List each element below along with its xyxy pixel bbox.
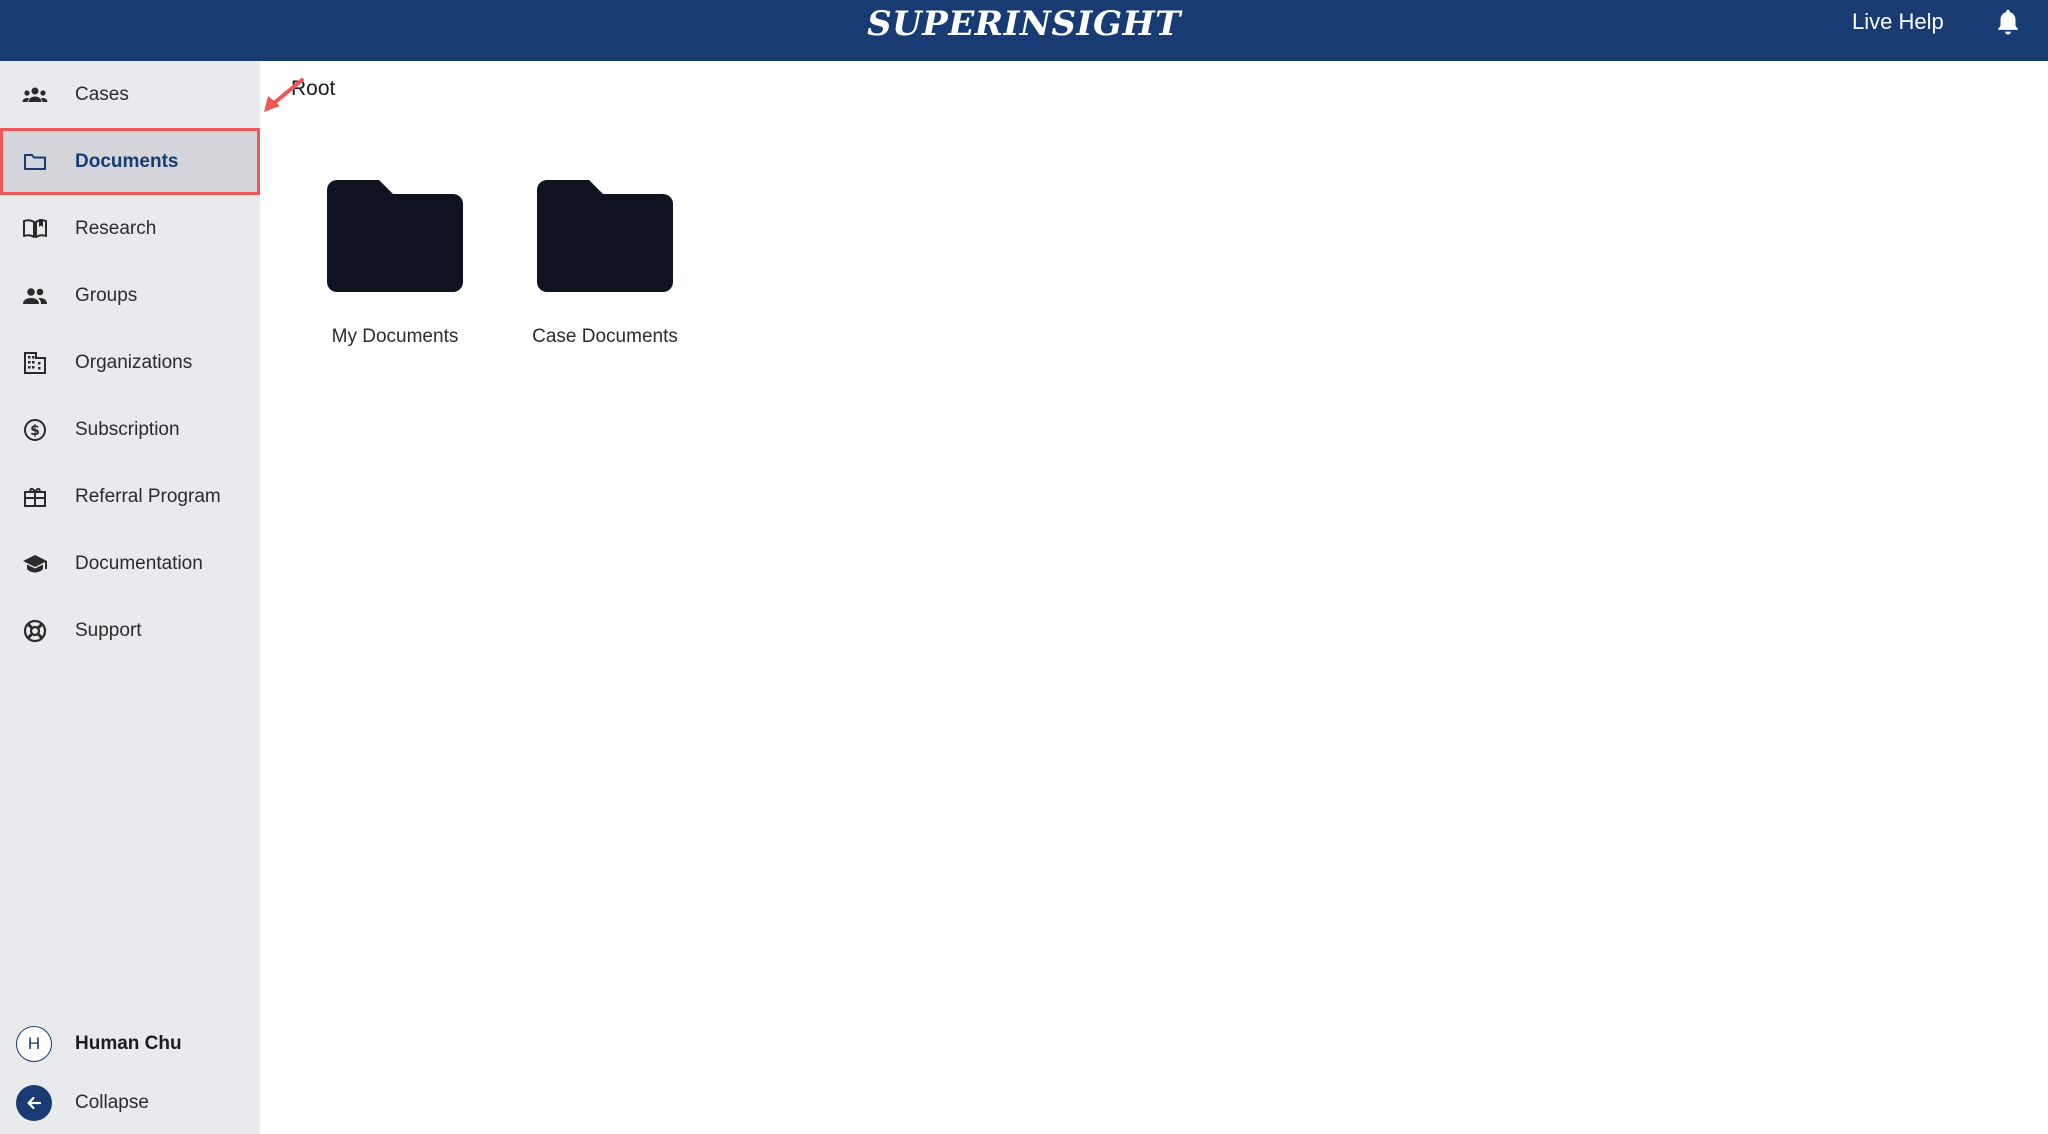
- gift-card-icon: [20, 482, 50, 512]
- sidebar-item-label: Research: [75, 217, 157, 239]
- sidebar-item-label: Groups: [75, 284, 138, 306]
- sidebar-item-groups[interactable]: Groups: [0, 262, 260, 329]
- sidebar-item-documents[interactable]: Documents: [0, 128, 260, 195]
- graduation-cap-icon: [20, 549, 50, 579]
- sidebar-item-label: Documents: [75, 150, 179, 172]
- sidebar-item-label: Documentation: [75, 552, 203, 574]
- sidebar-item-label: Subscription: [75, 418, 180, 440]
- sidebar-item-organizations[interactable]: Organizations: [0, 329, 260, 396]
- sidebar-item-support[interactable]: Support: [0, 597, 260, 664]
- folder-my-documents[interactable]: My Documents: [300, 170, 490, 355]
- sidebar-item-referral-program[interactable]: Referral Program: [0, 463, 260, 530]
- sidebar-item-label: Cases: [75, 83, 129, 105]
- sidebar-item-label: Support: [75, 619, 142, 641]
- dollar-circle-icon: $: [20, 415, 50, 445]
- folder-icon: [537, 180, 673, 292]
- brand-logo[interactable]: SUPERINSIGHT: [867, 2, 1180, 46]
- avatar: H: [16, 1026, 52, 1062]
- sidebar-item-subscription[interactable]: $ Subscription: [0, 396, 260, 463]
- sidebar-item-cases[interactable]: Cases: [0, 61, 260, 128]
- collapse-label: Collapse: [75, 1092, 149, 1113]
- annotation-arrow-icon: [264, 78, 304, 112]
- lifebuoy-icon: [20, 616, 50, 646]
- folder-label: Case Documents: [532, 326, 678, 347]
- sidebar-item-documentation[interactable]: Documentation: [0, 530, 260, 597]
- folder-label: My Documents: [331, 326, 459, 347]
- people-icon: [20, 281, 50, 311]
- collapse-button[interactable]: Collapse: [0, 1082, 260, 1124]
- folder-outline-icon: [20, 147, 50, 177]
- bell-icon[interactable]: [1994, 8, 2022, 38]
- sidebar: Cases Documents Research Groups Organiza…: [0, 61, 260, 1134]
- sidebar-item-label: Referral Program: [75, 485, 221, 507]
- people-group-icon: [20, 80, 50, 110]
- building-icon: [20, 348, 50, 378]
- sidebar-item-label: Organizations: [75, 351, 193, 373]
- top-header: SUPERINSIGHT Live Help: [0, 0, 2048, 61]
- live-help-link[interactable]: Live Help: [1852, 8, 1944, 36]
- arrow-left-icon: [16, 1085, 52, 1121]
- user-profile[interactable]: H Human Chu: [0, 1023, 260, 1065]
- sidebar-item-research[interactable]: Research: [0, 195, 260, 262]
- folder-icon: [327, 180, 463, 292]
- book-open-icon: [20, 214, 50, 244]
- folder-case-documents[interactable]: Case Documents: [510, 170, 700, 355]
- svg-text:$: $: [30, 423, 40, 439]
- user-name: Human Chu: [75, 1033, 182, 1054]
